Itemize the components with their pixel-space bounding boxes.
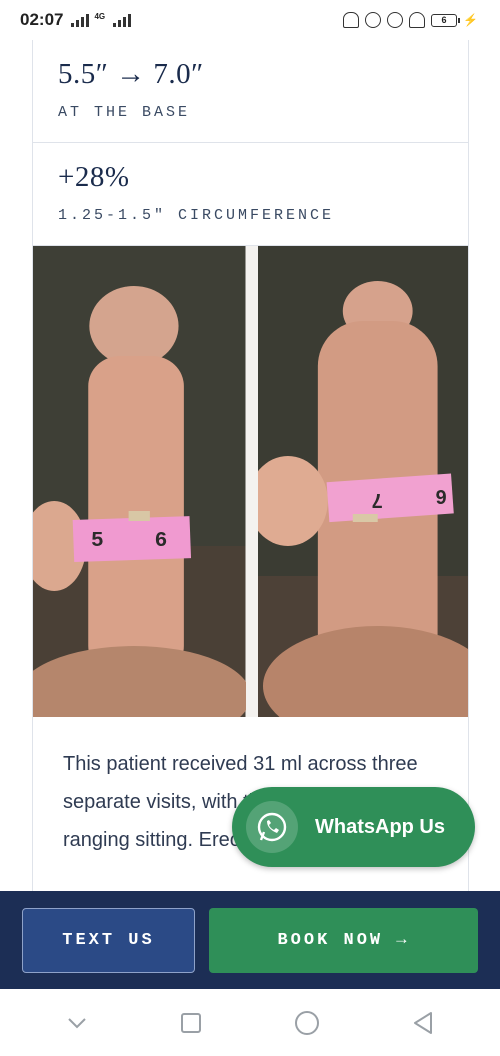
lock-icon xyxy=(365,12,382,28)
status-bar: 02:07 4G 6 ⚡ xyxy=(0,0,500,40)
text-us-button[interactable]: TEXT US xyxy=(22,908,195,973)
stat-label: AT THE BASE xyxy=(58,104,191,121)
whatsapp-icon xyxy=(246,801,298,853)
tape-number: 5 xyxy=(91,529,103,551)
stat-value: 5.5″ → 7.0″ xyxy=(58,58,204,90)
stat-circumference: +28% 1.25-1.5″ CIRCUMFERENCE xyxy=(33,143,468,246)
home-icon[interactable] xyxy=(294,1010,320,1036)
results-card: 5.5″ → 7.0″ AT THE BASE +28% 1.25-1.5″ C… xyxy=(32,40,469,892)
stat-value: +28% xyxy=(58,161,130,193)
whatsapp-button[interactable]: WhatsApp Us xyxy=(232,787,475,867)
cta-bar: TEXT US BOOK NOW → xyxy=(0,891,500,989)
tape-number: 6 xyxy=(155,529,167,551)
network-type: 4G xyxy=(94,11,106,21)
mute-bell-icon xyxy=(343,12,360,28)
signal-icon xyxy=(71,13,90,27)
after-photo: 7 6 xyxy=(257,246,468,717)
whatsapp-label: WhatsApp Us xyxy=(315,815,445,838)
back-icon[interactable] xyxy=(412,1011,434,1035)
before-after-photos: 5 6 7 6 xyxy=(33,246,468,717)
signal-icon-2 xyxy=(113,13,132,27)
recents-icon[interactable] xyxy=(180,1012,202,1034)
charging-icon: ⚡ xyxy=(463,13,478,27)
tape-number: 7 xyxy=(371,489,382,511)
headphones-icon xyxy=(409,12,426,28)
stat-length: 5.5″ → 7.0″ AT THE BASE xyxy=(33,40,468,143)
battery-level: 6 xyxy=(441,15,447,25)
status-time: 02:07 xyxy=(20,10,64,29)
system-nav-bar xyxy=(0,989,500,1056)
tape-number: 6 xyxy=(435,485,446,507)
before-photo: 5 6 xyxy=(33,246,246,717)
battery-icon: 6 xyxy=(431,13,461,27)
chevron-down-icon[interactable] xyxy=(66,1016,88,1030)
alarm-icon xyxy=(387,12,404,28)
book-now-button[interactable]: BOOK NOW → xyxy=(209,908,478,973)
stat-label: 1.25-1.5″ CIRCUMFERENCE xyxy=(58,207,335,224)
